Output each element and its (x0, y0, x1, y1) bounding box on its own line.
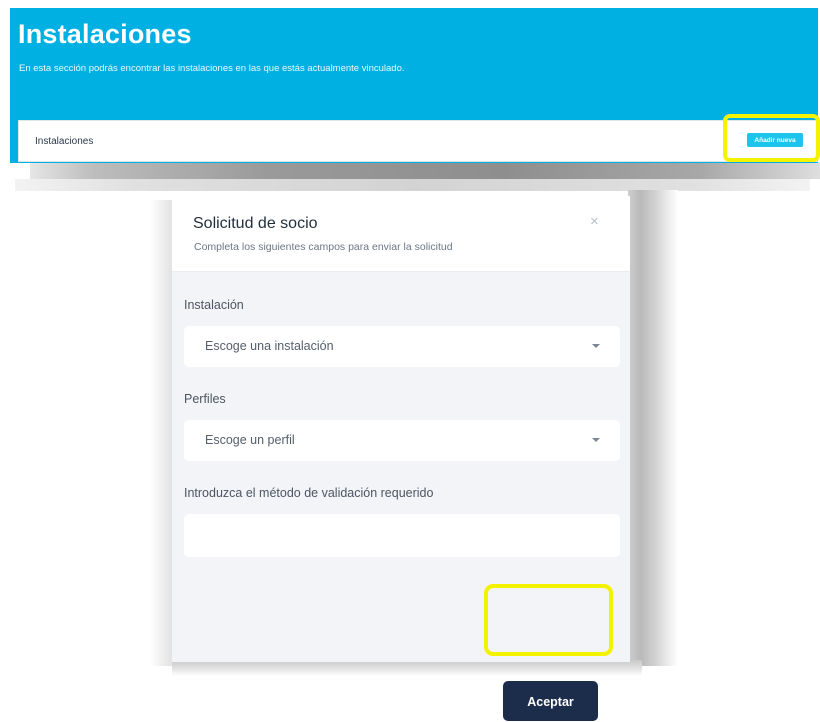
list-card-title: Instalaciones (35, 136, 94, 147)
profiles-select[interactable]: Escoge un perfil (184, 420, 620, 461)
screenshot-shadow-soft (15, 179, 810, 191)
chevron-down-icon (592, 344, 600, 348)
screenshot-shadow (30, 163, 820, 179)
accept-button[interactable]: Aceptar (503, 681, 598, 721)
validation-method-input[interactable] (184, 514, 620, 557)
close-icon[interactable]: × (590, 214, 599, 229)
highlight-add-new (723, 114, 820, 162)
modal-shadow-bottom (172, 660, 642, 676)
modal-shadow-right (628, 190, 678, 666)
page-title: Instalaciones (18, 19, 192, 49)
modal-title: Solicitud de socio (193, 215, 318, 232)
profiles-select-value: Escoge un perfil (205, 433, 295, 447)
modal-subtitle: Completa los siguientes campos para envi… (194, 241, 453, 253)
installation-select[interactable]: Escoge una instalación (184, 326, 620, 367)
page-description: En esta sección podrás encontrar las ins… (19, 63, 405, 74)
installation-label: Instalación (184, 298, 244, 312)
validation-method-label: Introduzca el método de validación reque… (184, 486, 434, 500)
modal-header: Solicitud de socio Completa los siguient… (172, 196, 630, 272)
profiles-label: Perfiles (184, 392, 226, 406)
installation-select-value: Escoge una instalación (205, 339, 334, 353)
instalaciones-page-header: Instalaciones En esta sección podrás enc… (10, 8, 818, 163)
highlight-accept (484, 584, 613, 656)
chevron-down-icon (592, 438, 600, 442)
modal-shadow-left (150, 200, 172, 666)
instalaciones-list-card: Instalaciones Añadir nueva (18, 120, 818, 162)
